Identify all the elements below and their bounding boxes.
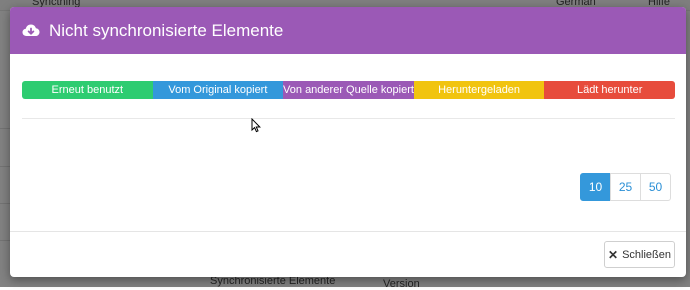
mouse-cursor-icon <box>251 117 261 138</box>
legend-downloaded: Heruntergeladen <box>413 81 545 99</box>
page-size-selector: 10 25 50 <box>580 173 671 201</box>
page-size-25-button[interactable]: 25 <box>610 173 641 201</box>
page-size-10-button[interactable]: 10 <box>580 173 611 201</box>
table-divider <box>22 118 675 119</box>
page-size-50-button[interactable]: 50 <box>640 173 671 201</box>
legend-reused: Erneut benutzt <box>22 81 153 99</box>
modal-header: Nicht synchronisierte Elemente <box>10 7 686 54</box>
modal-title: Nicht synchronisierte Elemente <box>49 20 284 40</box>
legend-downloading: Lädt herunter <box>544 81 675 99</box>
close-icon: ✕ <box>608 247 619 262</box>
legend-copied-from-other-source: Von anderer Quelle kopiert <box>283 81 414 99</box>
cloud-download-icon <box>22 22 40 40</box>
out-of-sync-modal: Nicht synchronisierte Elemente Erneut be… <box>10 7 686 277</box>
status-legend: Erneut benutzt Vom Original kopiert Von … <box>22 81 675 99</box>
close-button-label: Schließen <box>622 248 671 261</box>
modal-footer-divider <box>10 231 686 232</box>
close-button[interactable]: ✕ Schließen <box>604 241 675 268</box>
legend-copied-from-original: Vom Original kopiert <box>152 81 284 99</box>
